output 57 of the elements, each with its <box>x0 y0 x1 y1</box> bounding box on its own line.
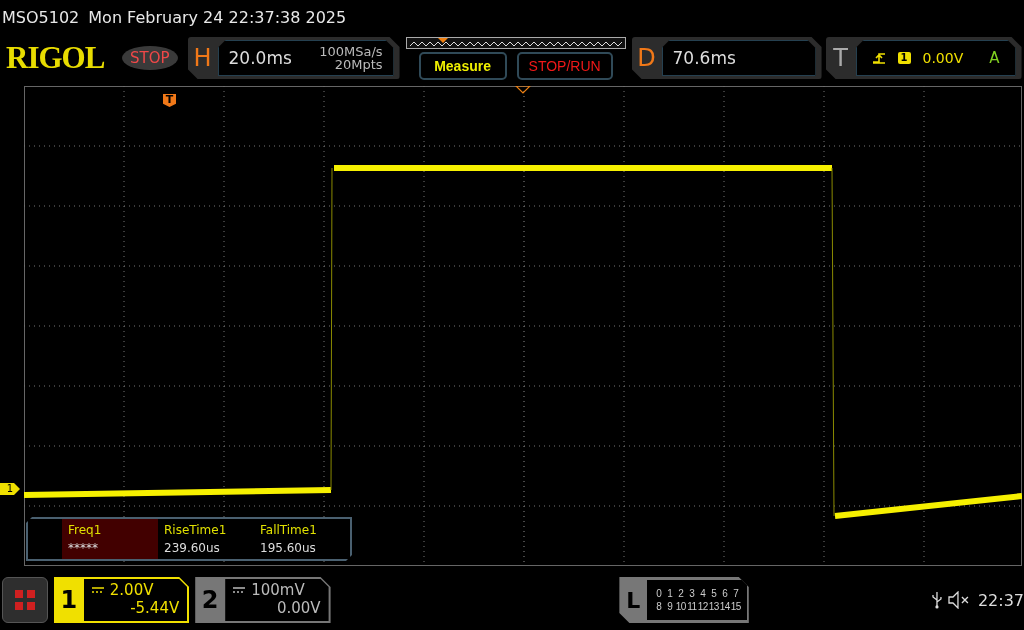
memory-depth: 20Mpts <box>334 58 383 71</box>
stop-run-button[interactable]: STOP/RUN <box>516 51 613 80</box>
logic-channel-number: 11 <box>686 601 698 612</box>
usb-icon <box>932 591 942 609</box>
horizontal-label: H <box>192 44 213 72</box>
logic-channel-number: 13 <box>708 601 720 612</box>
speaker-muted-icon <box>947 591 970 609</box>
menu-button[interactable] <box>2 577 48 623</box>
trigger-level: 0.00V <box>922 50 964 66</box>
horizontal-panel[interactable]: H 20.0ms 100MSa/s 20Mpts <box>187 37 400 79</box>
logo: RIGOL <box>6 40 106 76</box>
trigger-panel[interactable]: T 1 0.00V A <box>825 37 1022 79</box>
logic-label: L <box>625 587 642 613</box>
logic-panel[interactable]: L 0 1 2 3 4 5 6 7 8 9 101112131415 <box>619 577 749 623</box>
channel-panel[interactable]: 2 100mV 0.00V <box>195 577 331 623</box>
logic-channel-number: 14 <box>719 601 731 612</box>
channel-scale: 2.00V <box>109 581 154 599</box>
delay-panel[interactable]: D 70.6ms <box>631 37 822 79</box>
logic-channel-number: 2 <box>677 588 685 599</box>
channel-panel[interactable]: 1 2.00V -5.44V <box>53 577 190 623</box>
rising-edge-icon <box>871 52 886 64</box>
date-time: Mon February 24 22:37:38 2025 <box>88 7 347 27</box>
logic-channel-number: 7 <box>732 588 740 599</box>
sample-rate: 100MSa/s <box>319 45 383 58</box>
clock-time: 22:37 <box>977 590 1024 610</box>
dc-coupling-icon <box>233 587 246 593</box>
logic-channel-number: 8 <box>655 601 663 612</box>
logic-channel-number: 12 <box>697 601 709 612</box>
measurement-item[interactable]: Freq1 ***** <box>62 519 158 559</box>
trigger-mode: A <box>989 49 1000 67</box>
delay-value: 70.6ms <box>672 48 736 68</box>
logic-channel-number: 15 <box>730 601 742 612</box>
trigger-position-marker: T <box>163 94 176 107</box>
channel-number: 1 <box>59 586 79 614</box>
channel-scale: 100mV <box>251 581 305 599</box>
trigger-source-badge: 1 <box>897 52 911 64</box>
logic-channel-number: 10 <box>675 601 687 612</box>
model-name: MSO5102 <box>2 7 80 27</box>
logic-channel-number: 6 <box>721 588 729 599</box>
channel-marker: 1 <box>0 483 20 495</box>
channel-offset: -5.44V <box>130 599 180 617</box>
logic-channel-number: 3 <box>688 588 696 599</box>
timebase-value: 20.0ms <box>228 48 292 68</box>
logic-channel-number: 1 <box>666 588 674 599</box>
measurement-item[interactable]: RiseTime1 239.60us <box>158 519 254 559</box>
logic-channel-number: 9 <box>666 601 674 612</box>
logic-channel-number: 4 <box>699 588 707 599</box>
grid-icon <box>13 589 36 611</box>
delay-label: D <box>636 44 657 72</box>
measurement-item[interactable]: FallTime1 195.60us <box>254 519 350 559</box>
logic-channel-number: 0 <box>655 588 663 599</box>
channel-number: 2 <box>200 586 220 614</box>
channel-offset: 0.00V <box>276 599 321 617</box>
trigger-label: T <box>832 44 849 72</box>
logic-channel-number: 5 <box>710 588 718 599</box>
measure-button[interactable]: Measure <box>418 51 507 80</box>
dc-coupling-icon <box>91 587 104 593</box>
